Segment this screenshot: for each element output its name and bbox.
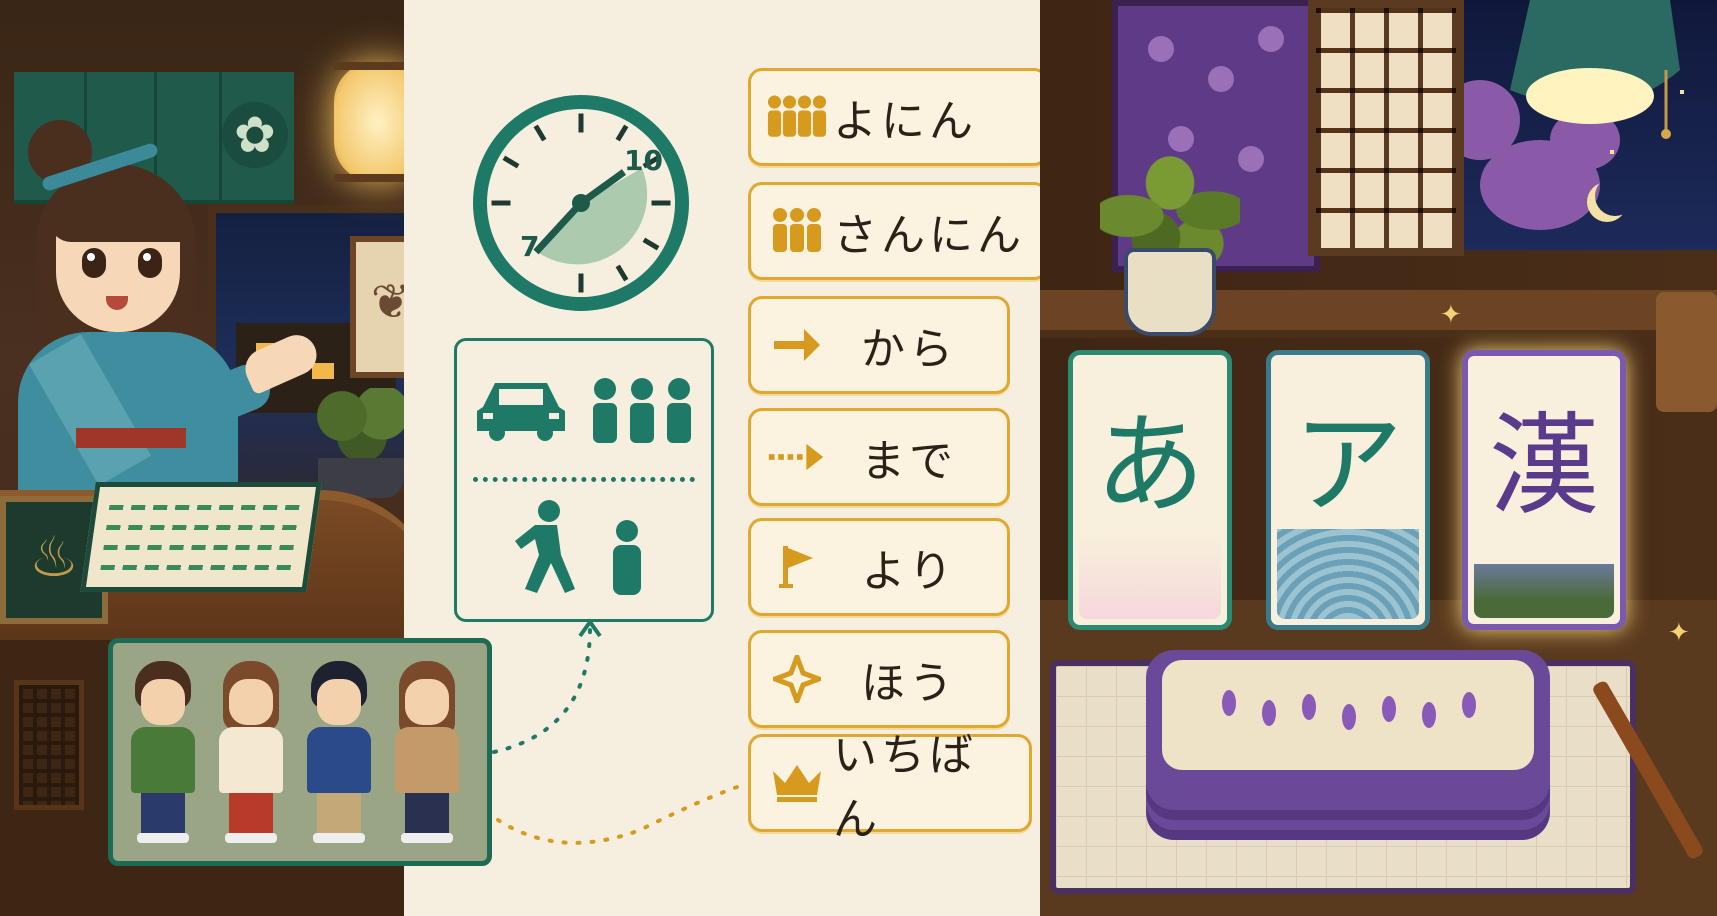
vocab-word: いちばん [833,730,977,845]
sparkle-icon [767,633,827,725]
kana-glyph: あ [1095,401,1205,529]
dotted-arrow-icon [767,411,827,503]
three-people-icon [767,185,827,277]
four-people-icon [767,71,827,163]
sparkle-icon: ✦ [1440,300,1462,330]
katakana-card[interactable]: ア [1266,350,1430,630]
plant-pot [1124,248,1216,336]
shoji-window [1308,0,1464,256]
hiragana-card[interactable]: あ [1068,350,1232,630]
game-scene: ✿ ❦ ♨ 7 10 よにん さんにん から まで より ほう いちばん あ ア… [0,0,1717,916]
wave-pattern-icon [1277,529,1419,619]
vocab-word: から [861,324,957,375]
vocab-word: ほう [861,658,957,709]
vocab-word: より [861,546,957,597]
crown-icon [767,737,827,829]
vocab-card-kara[interactable]: から [748,296,1010,394]
potted-plant-icon [1100,150,1240,260]
vocab-card-ichiban[interactable]: いちばん [748,730,1032,845]
vocab-card-made[interactable]: まで [748,408,1010,506]
moon-icon [1595,176,1635,216]
mount-fuji-icon [1474,528,1614,618]
arrow-right-icon [767,299,827,391]
flag-icon [767,521,827,613]
vocab-word: さんにん [833,210,1025,261]
vocab-card-yonin[interactable]: よにん [748,68,1048,166]
vocab-word: まで [861,436,957,487]
pencil-cup [1656,292,1717,412]
vocab-card-hou[interactable]: ほう [748,630,1010,728]
bunny-icon [1079,529,1221,619]
kanji-card[interactable]: 漢 [1462,350,1626,630]
kana-glyph: 漢 [1489,402,1599,530]
study-desk-scene: あ ア 漢 ✦ ✦ [1040,0,1717,916]
vocab-word: よにん [833,96,977,147]
deck-cover [1162,660,1534,770]
desk-lamp-icon [1510,0,1680,139]
kana-glyph: ア [1293,401,1403,529]
sparkle-icon: ✦ [1668,618,1690,648]
vocab-card-sannin[interactable]: さんにん [748,182,1048,280]
vocab-card-yori[interactable]: より [748,518,1010,616]
